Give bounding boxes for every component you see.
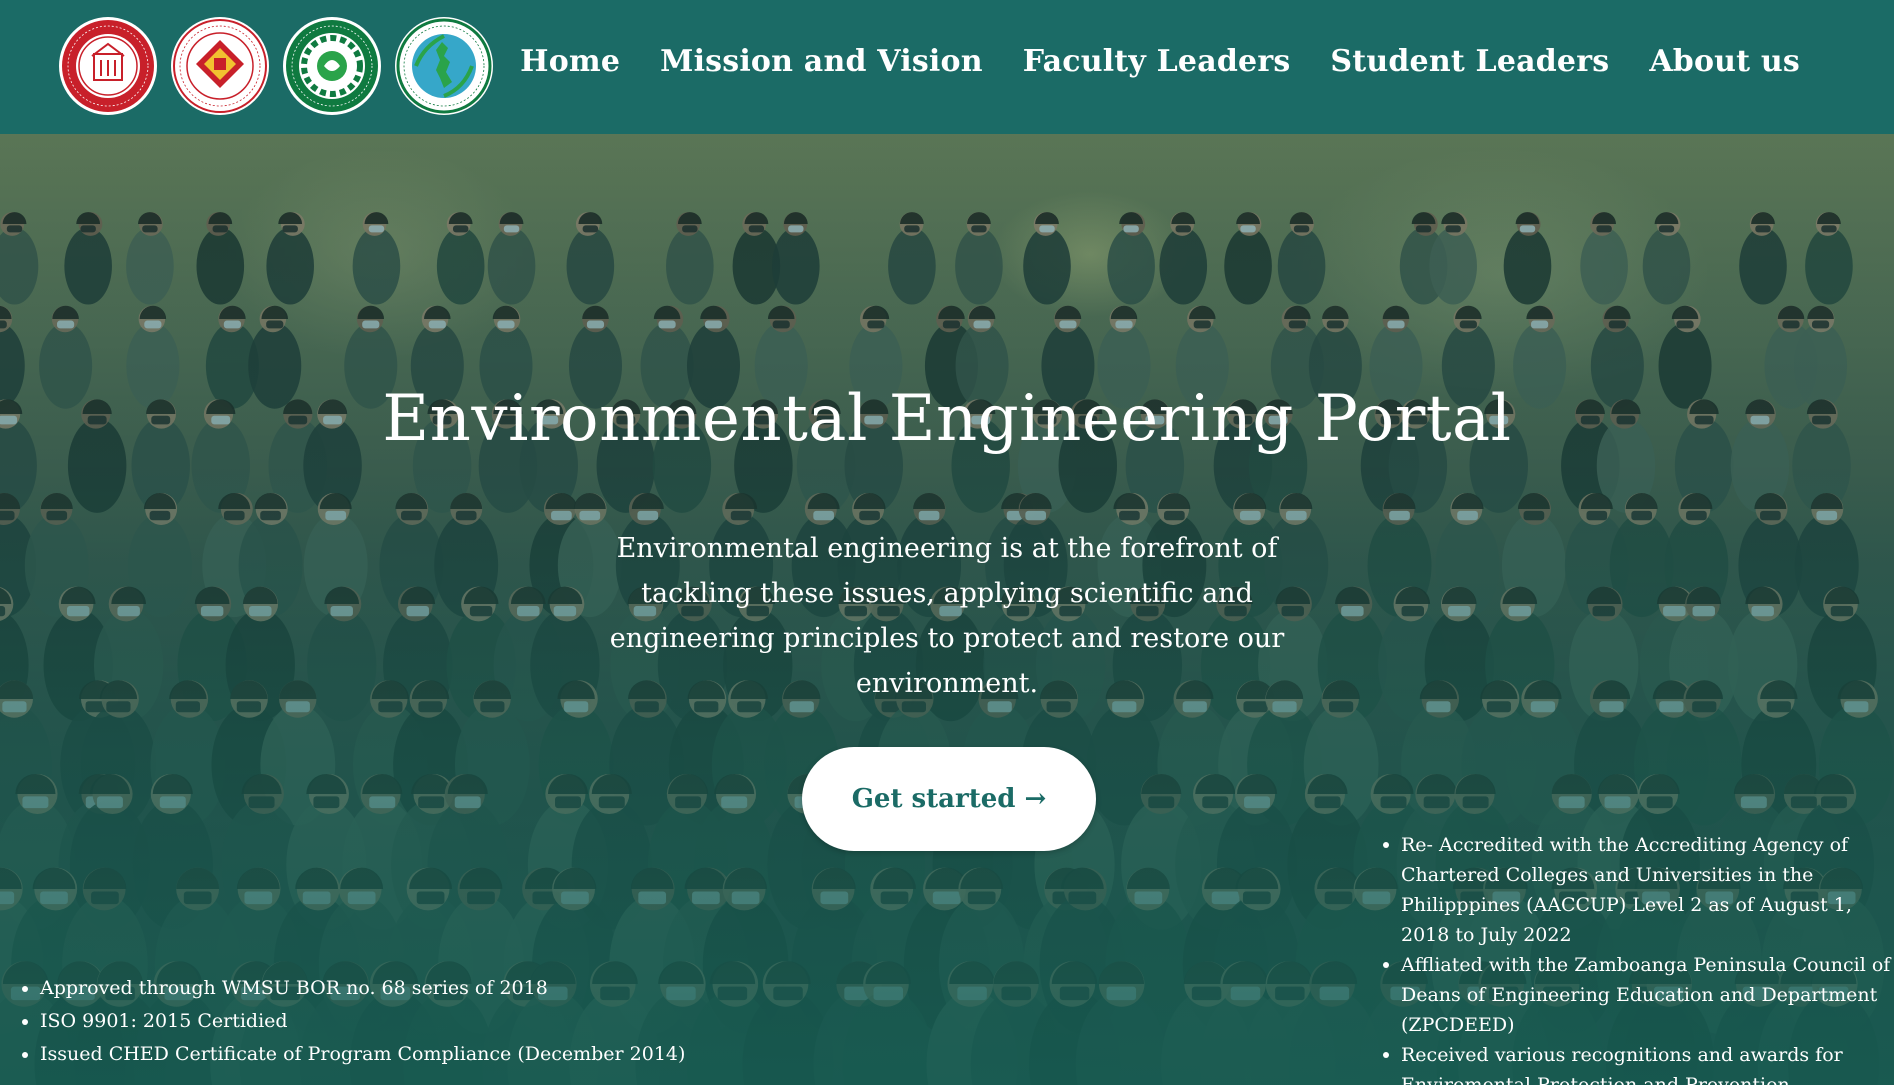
list-item: Received various recognitions and awards… bbox=[1381, 1040, 1894, 1085]
accreditation-list-right: Re- Accredited with the Accrediting Agen… bbox=[1381, 830, 1894, 1085]
society-env-engineers-logo[interactable] bbox=[394, 16, 494, 116]
accreditation-list-left: Approved through WMSU BOR no. 68 series … bbox=[20, 972, 700, 1071]
list-item: Re- Accredited with the Accrediting Agen… bbox=[1381, 830, 1894, 950]
hero-subtitle: Environmental engineering is at the fore… bbox=[609, 533, 1285, 699]
hero-section: Environmental Engineering Portal Environ… bbox=[0, 134, 1894, 1085]
list-item: ISO 9901: 2015 Certidied bbox=[20, 1005, 700, 1038]
society-env-engineers-icon bbox=[395, 17, 493, 115]
nav-student-leaders[interactable]: Student Leaders bbox=[1330, 44, 1609, 79]
college-of-engineering-icon bbox=[171, 17, 269, 115]
site-header: Home Mission and Vision Faculty Leaders … bbox=[0, 0, 1894, 134]
wmsu-seal-logo[interactable] bbox=[58, 16, 158, 116]
list-item: Issued CHED Certificate of Program Compl… bbox=[20, 1038, 700, 1071]
logo-group bbox=[58, 16, 494, 116]
page: Home Mission and Vision Faculty Leaders … bbox=[0, 0, 1894, 1085]
wmsu-seal-icon bbox=[59, 17, 157, 115]
nav-about-us[interactable]: About us bbox=[1649, 44, 1800, 79]
environmental-engineering-department-logo[interactable] bbox=[282, 16, 382, 116]
env-eng-department-icon bbox=[283, 17, 381, 115]
nav-faculty-leaders[interactable]: Faculty Leaders bbox=[1023, 44, 1291, 79]
hero-title: Environmental Engineering Portal bbox=[382, 382, 1512, 456]
nav-mission-vision[interactable]: Mission and Vision bbox=[660, 44, 983, 79]
main-nav: Home Mission and Vision Faculty Leaders … bbox=[520, 44, 1800, 79]
nav-home[interactable]: Home bbox=[520, 44, 620, 79]
get-started-button[interactable]: Get started → bbox=[802, 747, 1096, 851]
list-item: Approved through WMSU BOR no. 68 series … bbox=[20, 972, 700, 1005]
college-of-engineering-logo[interactable] bbox=[170, 16, 270, 116]
list-item: Affliated with the Zamboanga Peninsula C… bbox=[1381, 950, 1894, 1040]
